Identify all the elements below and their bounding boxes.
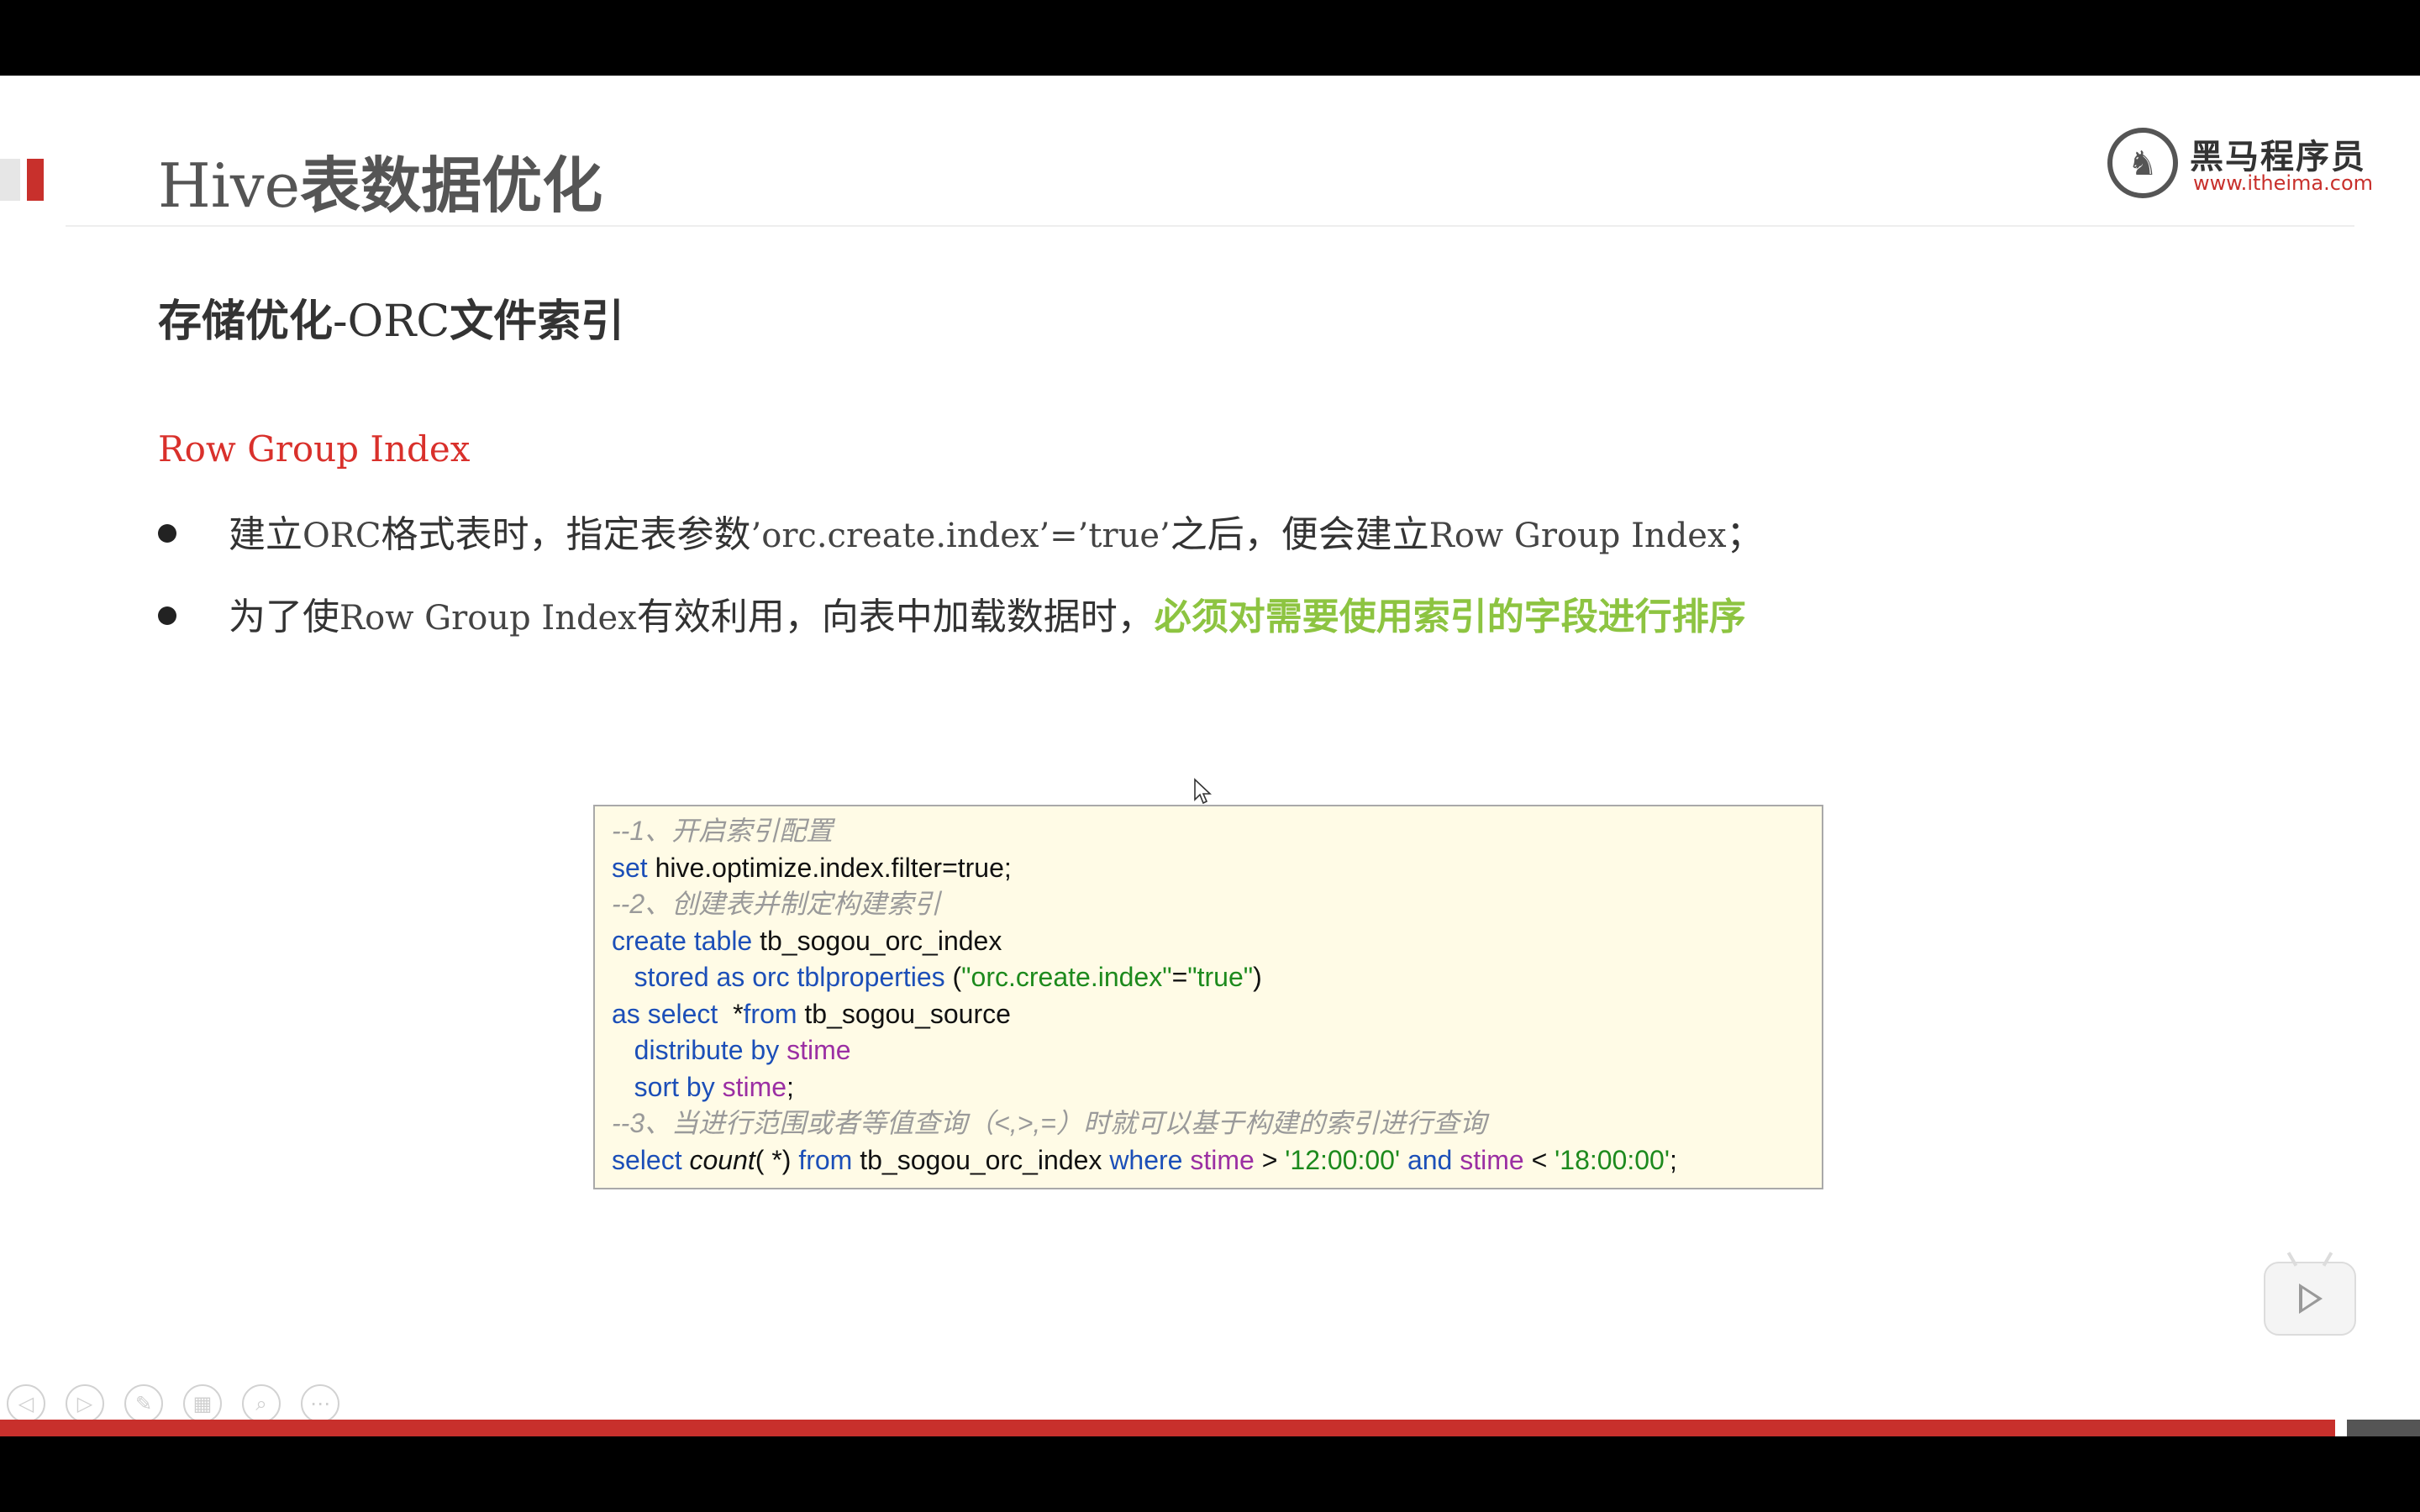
code-function: count xyxy=(681,1144,755,1175)
bullet-2-highlight: 必须对需要使用索引的字段进行排序 xyxy=(1154,596,1746,638)
code-line: select count( *) from tb_sogou_orc_index… xyxy=(612,1142,1805,1179)
code-text: ; xyxy=(786,1071,794,1102)
code-line: --3、当进行范围或者等值查询（<,>,=）时就可以基于构建的索引进行查询 xyxy=(612,1108,1486,1138)
progress-divider xyxy=(2335,1420,2347,1436)
pen-icon[interactable]: ✎ xyxy=(124,1384,163,1423)
bullet-1-text: ； xyxy=(1726,513,1764,556)
logo-horse-icon: ♞ xyxy=(2107,128,2178,198)
player-ear-icon xyxy=(2286,1252,2298,1267)
code-text: < xyxy=(1523,1144,1555,1175)
code-column: stime xyxy=(1452,1144,1524,1175)
code-block: --1、开启索引配置 set hive.optimize.index.filte… xyxy=(593,805,1823,1189)
subtitle-part-2: -ORC xyxy=(333,297,450,347)
code-line: set hive.optimize.index.filter=true; xyxy=(612,850,1805,887)
title-english: Hive xyxy=(158,150,301,221)
logo-url: www.itheima.com xyxy=(2193,171,2374,195)
zoom-icon[interactable]: ⌕ xyxy=(242,1384,281,1423)
code-keyword: from xyxy=(743,998,797,1029)
code-text: ) xyxy=(1253,962,1262,992)
code-text: ; xyxy=(1669,1144,1677,1175)
bullet-1-param: ’orc.create.index’=’true’ xyxy=(750,517,1171,555)
code-line: as select *from tb_sogou_source xyxy=(612,996,1805,1033)
bullet-1-text: 格式表时，指定表参数 xyxy=(381,513,751,556)
bullet-1-text: Row Group Index xyxy=(1428,517,1727,555)
code-keyword: as select xyxy=(612,998,718,1029)
code-string: "orc.create.index" xyxy=(961,962,1172,992)
code-text: = xyxy=(1171,962,1188,992)
code-keyword: from xyxy=(791,1144,853,1175)
bullet-dot-icon xyxy=(158,524,176,543)
slides-icon[interactable]: ▦ xyxy=(183,1384,222,1423)
subtitle-part-1: 存储优化 xyxy=(158,297,334,347)
code-column: stime xyxy=(1182,1144,1255,1175)
title-chinese: 表数据优化 xyxy=(300,150,603,221)
code-keyword: select xyxy=(612,1144,682,1175)
code-keyword: stored as orc tblproperties xyxy=(634,962,945,992)
more-icon[interactable]: ⋯ xyxy=(301,1384,339,1423)
code-text: hive.optimize.index.filter=true; xyxy=(647,852,1012,883)
code-text: tb_sogou_orc_index xyxy=(752,925,1002,956)
code-string: "true" xyxy=(1187,962,1254,992)
bullet-2-text: 为了使 xyxy=(229,596,339,638)
code-string: '12:00:00' xyxy=(1285,1144,1401,1175)
code-line: create table tb_sogou_orc_index xyxy=(612,923,1805,960)
code-text: ( xyxy=(944,962,962,992)
slide: Hive表数据优化 ♞ 黑马程序员 www.itheima.com 存储优化-O… xyxy=(0,76,2420,1436)
code-text: tb_sogou_orc_index xyxy=(852,1144,1102,1175)
bullet-1-text: 之后，便会建立 xyxy=(1170,513,1429,556)
title-accent-light xyxy=(0,159,20,201)
code-keyword: and xyxy=(1400,1144,1453,1175)
next-icon[interactable]: ▷ xyxy=(66,1384,104,1423)
bullet-1-text: 建立 xyxy=(229,513,302,556)
code-line: sort by stime; xyxy=(612,1069,1805,1106)
code-line: distribute by stime xyxy=(612,1032,1805,1069)
title-accent-bar xyxy=(27,159,44,201)
mouse-pointer-icon xyxy=(1194,778,1212,805)
slide-subtitle: 存储优化-ORC文件索引 xyxy=(158,286,624,349)
bullet-2: 为了使Row Group Index有效利用，向表中加载数据时，必须对需要使用索… xyxy=(158,586,1746,640)
code-text: ( *) xyxy=(755,1144,792,1175)
title-divider xyxy=(66,225,2354,227)
brand-logo: ♞ 黑马程序员 www.itheima.com xyxy=(2107,128,2373,203)
bullet-2-text: Row Group Index xyxy=(339,599,637,638)
bullet-1: 建立ORC格式表时，指定表参数’orc.create.index’=’true’… xyxy=(158,504,1764,558)
subtitle-part-3: 文件索引 xyxy=(450,297,625,347)
code-text: * xyxy=(718,998,744,1029)
code-text: tb_sogou_source xyxy=(797,998,1011,1029)
code-text: > xyxy=(1254,1144,1286,1175)
player-ear-icon xyxy=(2322,1252,2333,1267)
progress-fill xyxy=(0,1420,2335,1436)
code-keyword: where xyxy=(1102,1144,1183,1175)
play-button[interactable] xyxy=(2264,1252,2356,1336)
play-icon-inner xyxy=(2302,1289,2317,1309)
code-line: stored as orc tblproperties ("orc.create… xyxy=(612,959,1805,996)
code-column: stime xyxy=(714,1071,787,1102)
section-label: Row Group Index xyxy=(158,428,471,470)
code-string: '18:00:00' xyxy=(1555,1144,1670,1175)
code-keyword: distribute by xyxy=(634,1035,780,1065)
code-keyword: set xyxy=(612,852,648,883)
code-keyword: sort by xyxy=(634,1071,715,1102)
code-keyword: create table xyxy=(612,925,753,956)
bullet-dot-icon xyxy=(158,606,176,625)
code-line: --1、开启索引配置 xyxy=(612,816,834,846)
code-line: --2、创建表并制定构建索引 xyxy=(612,889,941,919)
prev-icon[interactable]: ◁ xyxy=(7,1384,45,1423)
bullet-1-text: ORC xyxy=(302,517,381,555)
slide-title: Hive表数据优化 xyxy=(158,136,602,224)
bullet-2-text: 有效利用，向表中加载数据时， xyxy=(636,596,1155,638)
code-column: stime xyxy=(779,1035,851,1065)
